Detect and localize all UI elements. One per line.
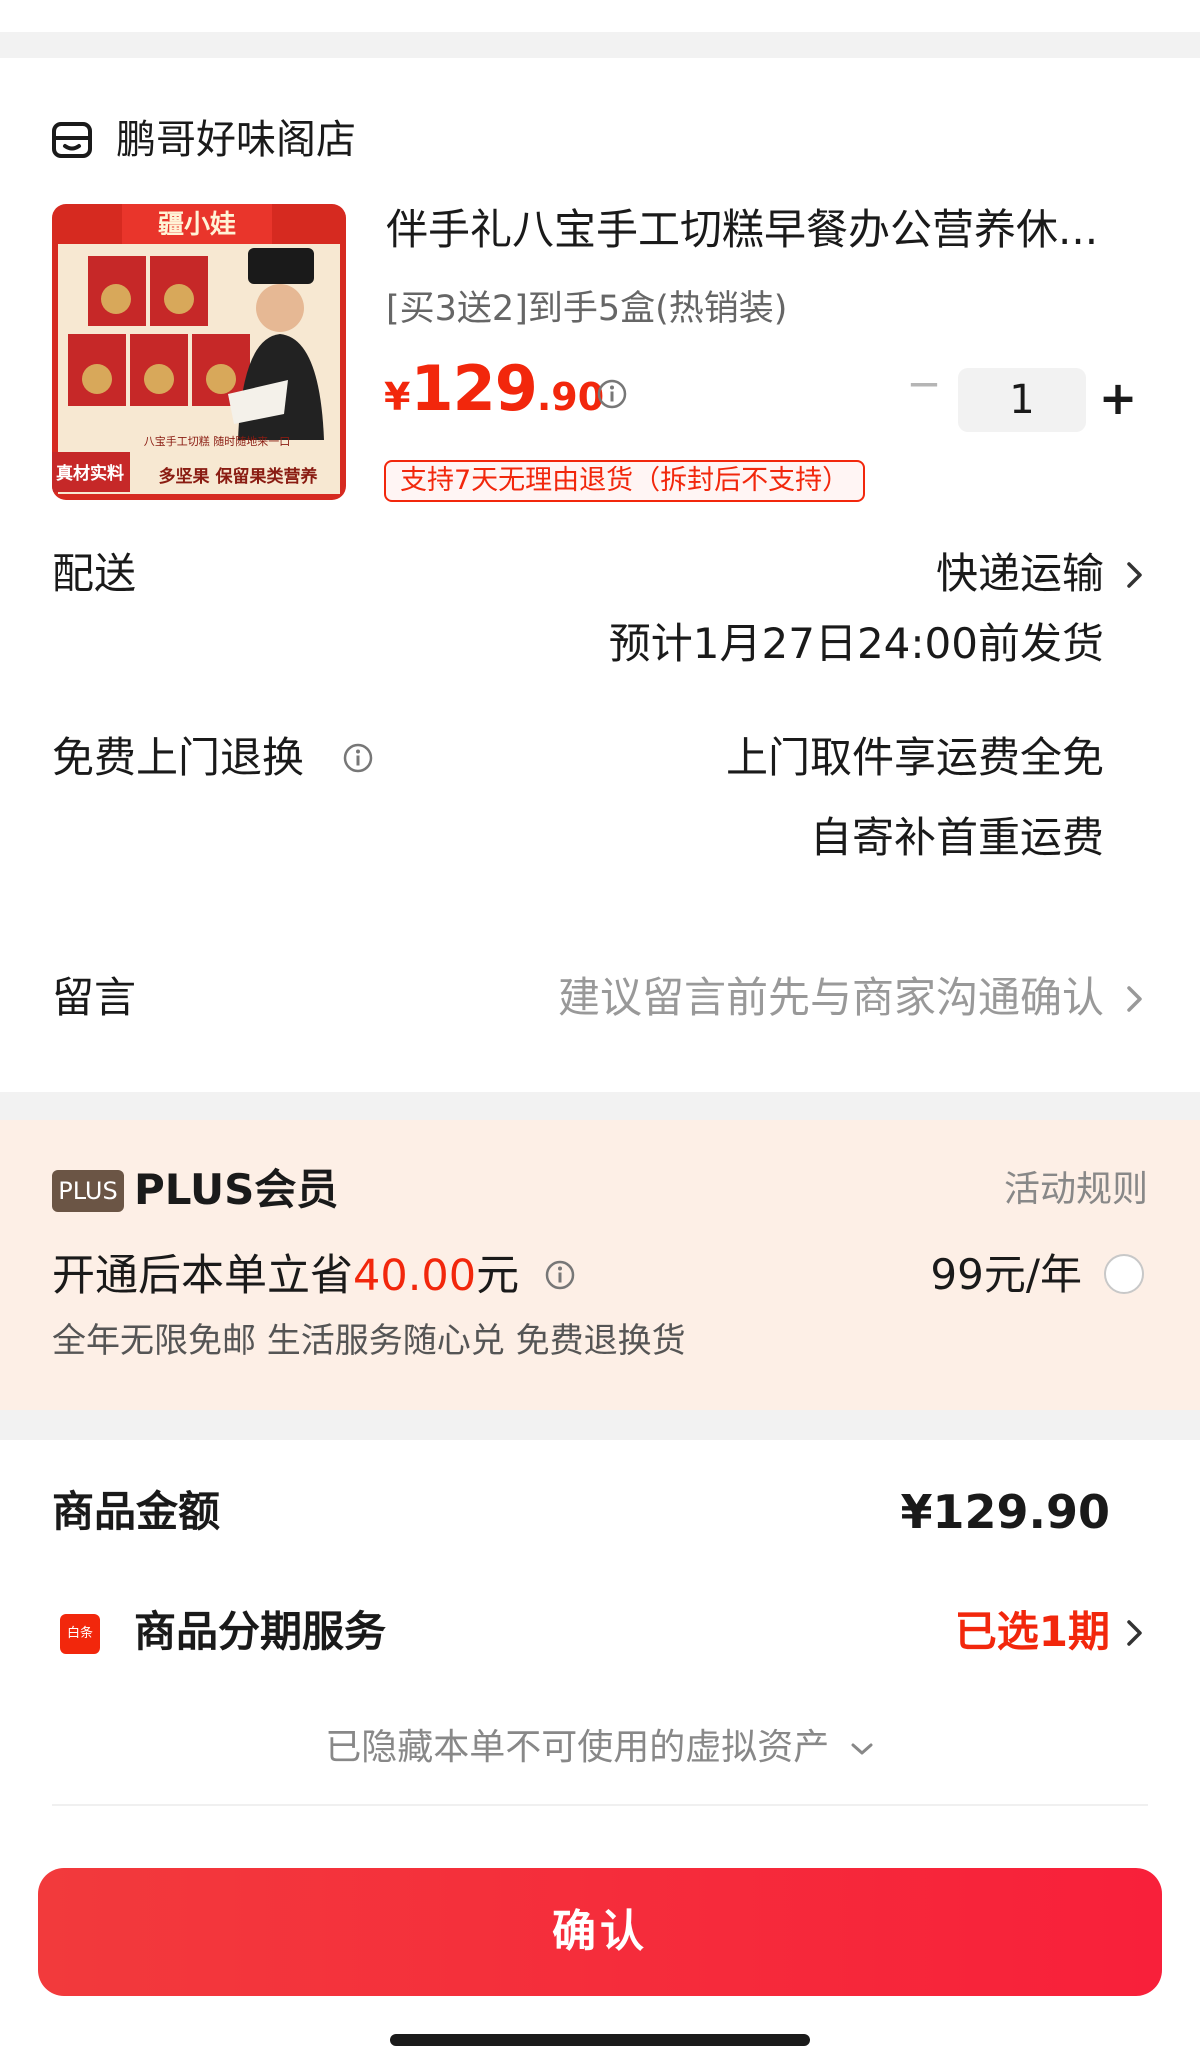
shop-icon xyxy=(52,122,92,158)
product-image-graphic: 疆小娃 真材实料 多坚果 保留果类营养 八宝手工切糕 随时随地来一口 xyxy=(52,204,346,500)
quantity-increase-button[interactable]: + xyxy=(1098,375,1138,421)
free-return-line2: 自寄补首重运费 xyxy=(809,813,1104,862)
free-return-info-icon[interactable] xyxy=(342,742,374,774)
delivery-method[interactable]: 快递运输 xyxy=(936,544,1104,604)
plus-savings: 开通后本单立省40.00元 xyxy=(52,1244,519,1308)
confirm-button[interactable]: 确认 xyxy=(38,1868,1162,1996)
installment-icon: 白条 xyxy=(60,1614,100,1654)
product-caption: 多坚果 保留果类营养 xyxy=(159,466,319,487)
quantity-decrease-button[interactable]: − xyxy=(904,363,944,405)
return-policy-badge: 支持7天无理由退货（拆封后不支持） xyxy=(384,460,866,502)
delivery-chevron-icon[interactable] xyxy=(1124,560,1146,590)
product-spec[interactable]: [买3送2]到手5盒(热销装) xyxy=(386,284,787,334)
plus-info-icon[interactable] xyxy=(544,1259,576,1291)
plus-title: PLUS会员 xyxy=(134,1165,339,1214)
product-tag: 真材实料 xyxy=(56,463,124,484)
goods-amount-label: 商品金额 xyxy=(52,1487,221,1536)
hidden-assets-toggle[interactable]: 已隐藏本单不可使用的虚拟资产 xyxy=(0,1720,1200,1776)
hidden-assets-note: 已隐藏本单不可使用的虚拟资产 xyxy=(325,1727,830,1768)
message-label: 留言 xyxy=(52,973,137,1022)
top-status-strip xyxy=(0,0,1200,32)
price-info-icon[interactable] xyxy=(596,378,628,410)
message-input[interactable]: 建议留言前先与商家沟通确认 xyxy=(558,968,1104,1028)
plus-select-radio[interactable] xyxy=(1104,1254,1144,1294)
plus-savings-prefix: 开通后本单立省 xyxy=(52,1251,353,1301)
installment-value[interactable]: 已选1期 xyxy=(955,1600,1110,1664)
installment-chevron-icon[interactable] xyxy=(1124,1618,1146,1648)
message-chevron-icon[interactable] xyxy=(1124,984,1146,1014)
shop-name[interactable]: 鹏哥好味阁店 xyxy=(116,112,356,168)
product-brand: 疆小娃 xyxy=(158,210,236,240)
product-price: ¥129.90 xyxy=(384,352,604,425)
plus-price: 99元/年 xyxy=(930,1250,1082,1299)
free-return-label: 免费上门退换 xyxy=(52,733,305,782)
plus-savings-amount: 40.00 xyxy=(353,1251,477,1301)
price-integer: 129 xyxy=(410,352,537,425)
home-indicator[interactable] xyxy=(390,2034,810,2046)
free-return-line1: 上门取件享运费全免 xyxy=(725,733,1104,782)
delivery-estimate: 预计1月27日24:00前发货 xyxy=(608,619,1104,668)
product-image[interactable]: 疆小娃 真材实料 多坚果 保留果类营养 八宝手工切糕 随时随地来一口 xyxy=(52,204,346,500)
quantity-input[interactable]: 1 xyxy=(958,368,1086,432)
delivery-label: 配送 xyxy=(52,549,137,598)
installment-label[interactable]: 商品分期服务 xyxy=(134,1600,386,1664)
chevron-down-icon xyxy=(851,1743,873,1755)
price-decimal: .90 xyxy=(536,375,605,419)
goods-amount-value: ¥129.90 xyxy=(900,1485,1110,1539)
plus-logo: PLUS xyxy=(52,1170,124,1212)
divider xyxy=(52,1804,1148,1806)
plus-rules-link[interactable]: 活动规则 xyxy=(1004,1162,1148,1218)
price-currency: ¥ xyxy=(384,375,411,419)
product-subcaption: 八宝手工切糕 随时随地来一口 xyxy=(144,434,291,448)
plus-benefits: 全年无限免邮 生活服务随心兑 免费退换货 xyxy=(52,1321,686,1361)
product-title[interactable]: 伴手礼八宝手工切糕早餐办公营养休... xyxy=(386,200,1146,260)
plus-savings-suffix: 元 xyxy=(476,1251,520,1301)
